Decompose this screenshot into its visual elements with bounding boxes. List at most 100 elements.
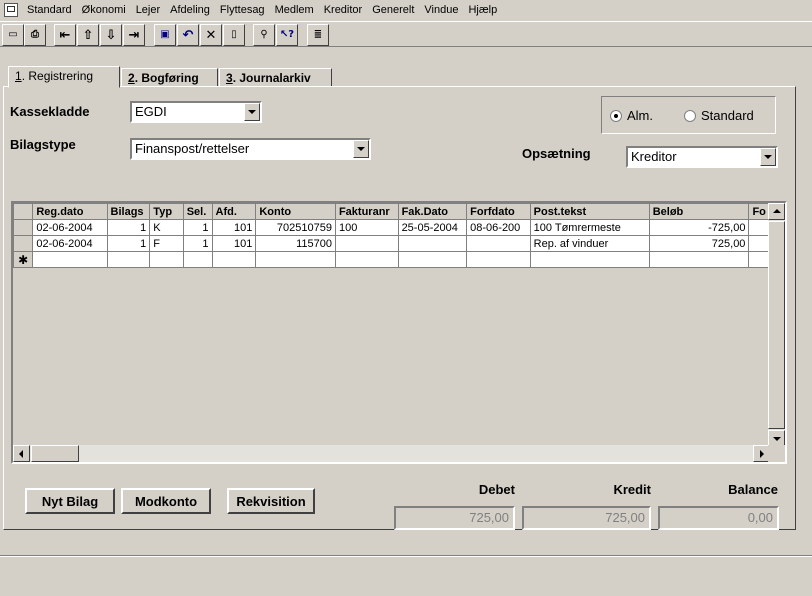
cell-typ[interactable]: F	[149, 235, 184, 252]
menu-lejer[interactable]: Lejer	[131, 0, 165, 20]
modkonto-button[interactable]: Modkonto	[121, 488, 211, 514]
header-konto[interactable]: Konto	[255, 203, 336, 220]
cell-bilags[interactable]: 1	[106, 235, 151, 252]
first-record-icon[interactable]: ⇤	[54, 24, 76, 46]
cell-bilags[interactable]: 1	[106, 219, 151, 236]
bilag-grid[interactable]: Reg.dato Bilags Typ Sel. Afd. Konto Fakt…	[11, 201, 787, 464]
prev-record-icon[interactable]: ⇧	[77, 24, 99, 46]
grid-body: Reg.dato Bilags Typ Sel. Afd. Konto Fakt…	[13, 203, 770, 447]
chevron-down-icon[interactable]	[244, 103, 260, 121]
next-record-icon[interactable]: ⇩	[100, 24, 122, 46]
cell-fo[interactable]	[748, 219, 770, 236]
cell-posttekst[interactable]: Rep. af vinduer	[529, 235, 650, 252]
menu-standard[interactable]: Standard	[22, 0, 77, 20]
kredit-label: Kredit	[613, 482, 651, 497]
vertical-scrollbar[interactable]	[768, 203, 785, 447]
kassekladde-select[interactable]: EGDI	[130, 101, 262, 123]
find-icon[interactable]: ⚲	[253, 24, 275, 46]
radio-standard[interactable]: Standard	[684, 108, 754, 123]
help-icon[interactable]: ↖?	[276, 24, 298, 46]
tab-journalarkiv[interactable]: 3. Journalarkiv	[219, 68, 332, 87]
cell-posttekst[interactable]: 100 Tømrermeste	[529, 219, 650, 236]
scroll-left-icon[interactable]	[13, 445, 30, 462]
cell-fakturanr[interactable]	[334, 235, 399, 252]
opsaetning-select[interactable]: Kreditor	[626, 146, 778, 168]
cell-sel[interactable]: 1	[182, 219, 213, 236]
cell-forfdato[interactable]: 08-06-200	[466, 219, 531, 236]
tab-bogforing[interactable]: 2. Bogføring	[121, 68, 218, 87]
cell-afd[interactable]: 101	[211, 219, 257, 236]
table-row[interactable]: 02-06-2004 1 K 1 101 702510759 100 25-05…	[13, 219, 770, 236]
horizontal-scrollbar[interactable]	[13, 445, 770, 462]
menu-kreditor[interactable]: Kreditor	[319, 0, 368, 20]
menu-generelt[interactable]: Generelt	[367, 0, 419, 20]
report-icon[interactable]: ≣	[307, 24, 329, 46]
radio-alm[interactable]: Alm.	[610, 108, 653, 123]
save-icon[interactable]: ▣	[154, 24, 176, 46]
new-row[interactable]: ✱	[13, 251, 770, 268]
header-selector[interactable]	[13, 203, 34, 220]
opsaetning-label: Opsætning	[522, 146, 591, 161]
menu-medlem[interactable]: Medlem	[270, 0, 319, 20]
menu-vindue[interactable]: Vindue	[419, 0, 463, 20]
app-system-icon[interactable]	[4, 3, 18, 17]
grid-table: Reg.dato Bilags Typ Sel. Afd. Konto Fakt…	[13, 203, 770, 268]
cell-regdato[interactable]: 02-06-2004	[32, 219, 108, 236]
cell-regdato[interactable]: 02-06-2004	[32, 235, 108, 252]
new-document-icon[interactable]: ▯	[223, 24, 245, 46]
header-sel[interactable]: Sel.	[182, 203, 213, 220]
balance-label: Balance	[728, 482, 778, 497]
scroll-up-icon[interactable]	[768, 203, 785, 220]
cell-fo[interactable]	[748, 235, 770, 252]
menu-okonomi[interactable]: Økonomi	[77, 0, 131, 20]
header-posttekst[interactable]: Post.tekst	[529, 203, 650, 220]
cell-belob[interactable]: 725,00	[648, 235, 750, 252]
grid-header-row: Reg.dato Bilags Typ Sel. Afd. Konto Fakt…	[13, 203, 770, 220]
menu-flyttesag[interactable]: Flyttesag	[215, 0, 270, 20]
radio-checked-icon	[610, 109, 622, 122]
radio-unchecked-icon	[684, 109, 696, 122]
undo-icon[interactable]: ↶	[177, 24, 199, 46]
header-fo[interactable]: Fo	[748, 203, 770, 220]
cell-fakdato[interactable]: 25-05-2004	[397, 219, 468, 236]
nyt-bilag-button[interactable]: Nyt Bilag	[25, 488, 115, 514]
delete-icon[interactable]: ✕	[200, 24, 222, 46]
chevron-down-icon[interactable]	[353, 140, 369, 158]
header-forfdato[interactable]: Forfdato	[466, 203, 531, 220]
header-fakdato[interactable]: Fak.Dato	[397, 203, 468, 220]
menu-bar: Standard Økonomi Lejer Afdeling Flyttesa…	[0, 0, 812, 20]
cell-belob[interactable]: -725,00	[648, 219, 750, 236]
table-row[interactable]: 02-06-2004 1 F 1 101 115700 Rep. af vind…	[13, 235, 770, 252]
header-typ[interactable]: Typ	[149, 203, 184, 220]
debet-label: Debet	[478, 482, 515, 497]
tab-registrering[interactable]: 1. Registrering	[8, 66, 120, 88]
cell-konto[interactable]: 702510759	[255, 219, 336, 236]
horizontal-scroll-thumb[interactable]	[31, 445, 79, 462]
balance-field: 0,00	[658, 506, 779, 530]
header-belob[interactable]: Beløb	[648, 203, 750, 220]
new-icon[interactable]: ▭	[2, 24, 24, 46]
scroll-corner	[768, 445, 785, 462]
chevron-down-icon[interactable]	[760, 148, 776, 166]
header-bilags[interactable]: Bilags	[106, 203, 151, 220]
last-record-icon[interactable]: ⇥	[123, 24, 145, 46]
rekvisition-button[interactable]: Rekvisition	[227, 488, 315, 514]
bilagstype-select[interactable]: Finanspost/rettelser	[130, 138, 371, 160]
cell-typ[interactable]: K	[149, 219, 184, 236]
cell-fakturanr[interactable]: 100	[334, 219, 399, 236]
menu-hjaelp[interactable]: Hjælp	[463, 0, 502, 20]
row-selector[interactable]	[13, 235, 34, 252]
bilagstype-label: Bilagstype	[10, 137, 76, 152]
print-icon[interactable]: ⎙	[24, 24, 46, 46]
cell-afd[interactable]: 101	[211, 235, 257, 252]
cell-forfdato[interactable]	[466, 235, 531, 252]
row-selector[interactable]	[13, 219, 34, 236]
vertical-scroll-thumb[interactable]	[768, 221, 785, 429]
header-fakturanr[interactable]: Fakturanr	[334, 203, 399, 220]
cell-sel[interactable]: 1	[182, 235, 213, 252]
menu-afdeling[interactable]: Afdeling	[165, 0, 215, 20]
header-afd[interactable]: Afd.	[211, 203, 257, 220]
cell-konto[interactable]: 115700	[255, 235, 336, 252]
cell-fakdato[interactable]	[397, 235, 468, 252]
header-regdato[interactable]: Reg.dato	[32, 203, 108, 220]
